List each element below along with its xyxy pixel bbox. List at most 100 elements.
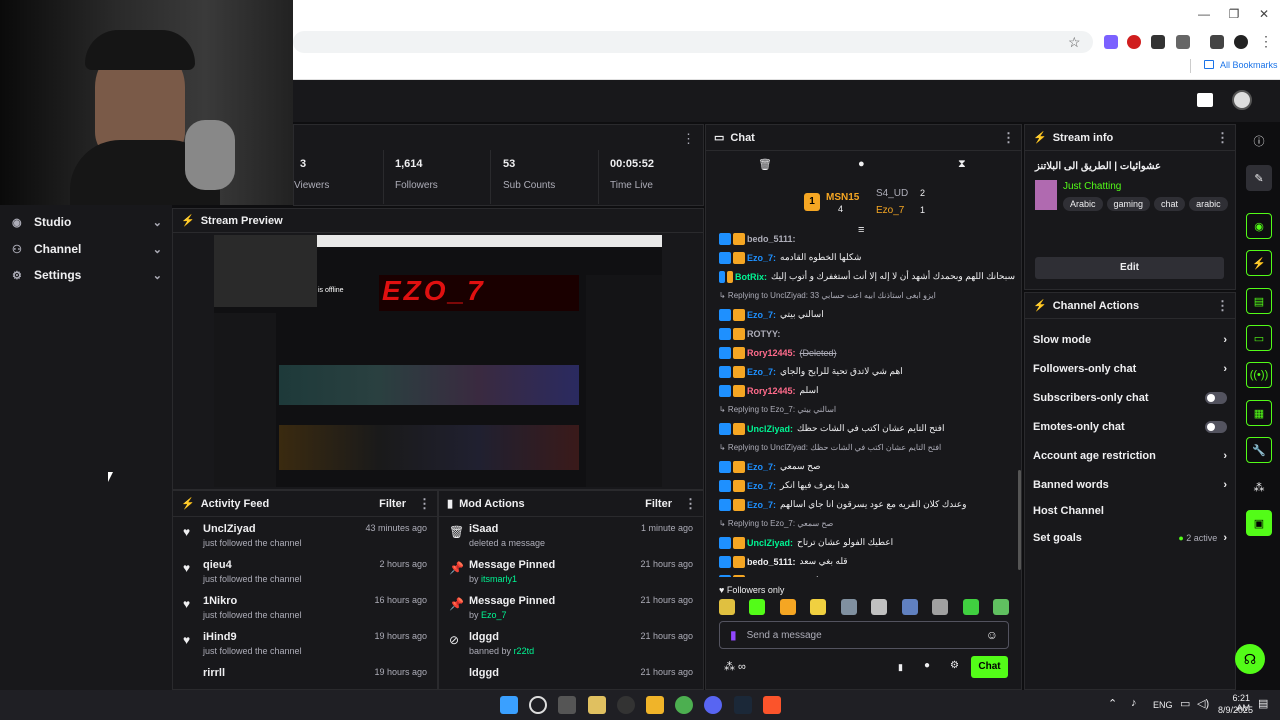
extension-icon[interactable] bbox=[1127, 35, 1141, 49]
leader-name[interactable]: MSN15 bbox=[826, 192, 859, 203]
chat-username[interactable]: Ezo_7: bbox=[747, 462, 776, 472]
start-icon[interactable] bbox=[500, 696, 518, 714]
edit-button[interactable]: Edit bbox=[1035, 257, 1224, 279]
panel-menu-icon[interactable]: ⋮ bbox=[682, 131, 695, 147]
steam-icon[interactable] bbox=[734, 696, 752, 714]
chat-username[interactable]: Ezo_7: bbox=[747, 310, 776, 320]
chat-username[interactable]: Rory12445: bbox=[747, 348, 796, 358]
panel-menu-icon[interactable]: ⋮ bbox=[1216, 130, 1229, 146]
lightning-icon[interactable]: ⚡ bbox=[1246, 250, 1272, 276]
browser-menu-icon[interactable]: ⋮ bbox=[1259, 33, 1273, 50]
filter-button[interactable]: Filter bbox=[379, 498, 406, 510]
chat-username[interactable]: ROTYY: bbox=[747, 329, 780, 339]
apps-icon[interactable]: ⁂ bbox=[1246, 474, 1272, 500]
emote-icon[interactable] bbox=[749, 599, 766, 615]
search-icon[interactable] bbox=[529, 696, 547, 714]
emoji-icon[interactable]: ☺ bbox=[986, 628, 998, 642]
panel-menu-icon[interactable]: ⋮ bbox=[684, 496, 697, 512]
chat-username[interactable]: UnclZiyad: bbox=[747, 538, 793, 548]
chevron-up-icon[interactable]: ⌃ bbox=[1108, 697, 1117, 710]
action-banned-words[interactable]: Banned words › bbox=[1025, 470, 1235, 499]
emote-icon[interactable] bbox=[779, 599, 796, 615]
media-icon[interactable] bbox=[1210, 35, 1224, 49]
chat-bubble-icon[interactable]: ▭ bbox=[1246, 325, 1272, 351]
tag[interactable]: Arabic bbox=[1063, 197, 1103, 211]
broadcast-icon[interactable]: ((•)) bbox=[1246, 362, 1272, 388]
item-user-link[interactable]: itsmarly1 bbox=[481, 574, 517, 584]
action-host-channel[interactable]: Host Channel bbox=[1025, 499, 1235, 523]
action-set-goals[interactable]: Set goals ● 2 active › bbox=[1025, 523, 1235, 552]
panel-menu-icon[interactable]: ⋮ bbox=[1002, 130, 1015, 146]
emote-icon[interactable] bbox=[719, 599, 735, 615]
task-view-icon[interactable] bbox=[558, 696, 576, 714]
trash-icon[interactable]: ▮ bbox=[898, 662, 903, 673]
chat-username[interactable]: Ezo_7: bbox=[747, 500, 776, 510]
action-emotes-only[interactable]: Emotes-only chat bbox=[1025, 412, 1235, 441]
close-icon[interactable]: ✕ bbox=[1254, 4, 1274, 24]
tag[interactable]: arabic bbox=[1189, 197, 1228, 211]
tag[interactable]: chat bbox=[1154, 197, 1186, 211]
support-icon[interactable]: ☊ bbox=[1235, 644, 1265, 674]
item-user-link[interactable]: Ezo_7 bbox=[481, 610, 507, 620]
bookmark-star-icon[interactable]: ☆ bbox=[1068, 34, 1081, 51]
sidebar-item-settings[interactable]: ⚙ Settings ⌄ bbox=[12, 263, 162, 287]
sidebar-item-channel[interactable]: ⚇ Channel ⌄ bbox=[12, 237, 162, 261]
chat-username[interactable]: Ezo_7: bbox=[747, 481, 776, 491]
chat-username[interactable]: Ezo_7: bbox=[747, 367, 776, 377]
layout-icon[interactable]: ▦ bbox=[1246, 400, 1272, 426]
chrome-icon[interactable] bbox=[675, 696, 693, 714]
preview-video[interactable]: EZO_7 is offline bbox=[214, 235, 662, 487]
send-chat-button[interactable]: Chat bbox=[971, 656, 1008, 678]
wrench-icon[interactable]: 🔧 bbox=[1246, 437, 1272, 463]
camera-icon[interactable]: ◉ bbox=[1246, 213, 1272, 239]
extension-icon[interactable]: ▣ bbox=[1246, 510, 1272, 536]
tag[interactable]: gaming bbox=[1106, 197, 1151, 211]
action-account-age[interactable]: Account age restriction › bbox=[1025, 441, 1235, 470]
chat-tools-icon[interactable]: ⁂ ∞ bbox=[724, 660, 746, 673]
language-indicator[interactable]: ENG bbox=[1153, 700, 1173, 710]
folder-icon[interactable] bbox=[646, 696, 664, 714]
network-icon[interactable]: ▭ bbox=[1180, 697, 1190, 710]
discord-icon[interactable] bbox=[704, 696, 722, 714]
emote-icon[interactable] bbox=[840, 599, 857, 615]
brave-icon[interactable] bbox=[763, 696, 781, 714]
address-bar[interactable] bbox=[293, 31, 1093, 53]
chat-username[interactable]: Ezo_7: bbox=[747, 576, 776, 578]
chat-username[interactable]: BotRix: bbox=[735, 272, 767, 282]
emote-icon[interactable] bbox=[901, 599, 918, 615]
sidebar-item-studio[interactable]: ◉ Studio ⌄ bbox=[12, 210, 162, 234]
leader-name[interactable]: Ezo_7 bbox=[876, 205, 904, 216]
clock-date[interactable]: 8/9/2025 bbox=[1218, 705, 1253, 715]
panel-menu-icon[interactable]: ⋮ bbox=[418, 496, 431, 512]
action-subscribers-only[interactable]: Subscribers-only chat bbox=[1025, 383, 1235, 412]
kick-logo-icon[interactable] bbox=[1197, 93, 1213, 107]
item-user-link[interactable]: r22td bbox=[514, 646, 535, 656]
extension-icon[interactable] bbox=[1104, 35, 1118, 49]
mic-icon[interactable]: ▮ bbox=[730, 628, 737, 642]
action-slow-mode[interactable]: Slow mode › bbox=[1025, 325, 1235, 354]
chat-username[interactable]: UnclZiyad: bbox=[747, 424, 793, 434]
chat-input[interactable]: ▮ Send a message ☺ bbox=[719, 621, 1009, 649]
document-icon[interactable]: ▤ bbox=[1246, 288, 1272, 314]
filter-button[interactable]: Filter bbox=[645, 498, 672, 510]
chat-username[interactable]: bedo_5111: bbox=[747, 234, 796, 244]
chat-bubble-icon[interactable]: ● bbox=[858, 158, 865, 170]
chat-username[interactable]: bedo_5111: bbox=[747, 557, 796, 567]
pencil-icon[interactable]: ✎ bbox=[1246, 165, 1272, 191]
volume-icon[interactable]: ◁) bbox=[1197, 697, 1209, 710]
chat-username[interactable]: Rory12445: bbox=[747, 386, 796, 396]
emote-icon[interactable] bbox=[992, 599, 1009, 615]
emote-icon[interactable] bbox=[810, 599, 827, 615]
leader-name[interactable]: S4_UD bbox=[876, 188, 908, 199]
category-link[interactable]: Just Chatting bbox=[1063, 181, 1121, 192]
chat-scrollbar[interactable] bbox=[1018, 470, 1021, 570]
info-icon[interactable]: ⓘ bbox=[1246, 128, 1272, 154]
all-bookmarks-link[interactable]: All Bookmarks bbox=[1220, 60, 1278, 70]
toggle-switch[interactable] bbox=[1205, 420, 1227, 433]
toggle-switch[interactable] bbox=[1205, 391, 1227, 404]
profile-avatar[interactable] bbox=[1234, 35, 1248, 49]
chat-bubble-icon[interactable]: ● bbox=[924, 660, 930, 671]
mic-icon[interactable]: ♪ bbox=[1131, 697, 1137, 709]
hourglass-icon[interactable]: ⧗ bbox=[958, 158, 966, 171]
gear-icon[interactable]: ⚙ bbox=[950, 660, 959, 671]
